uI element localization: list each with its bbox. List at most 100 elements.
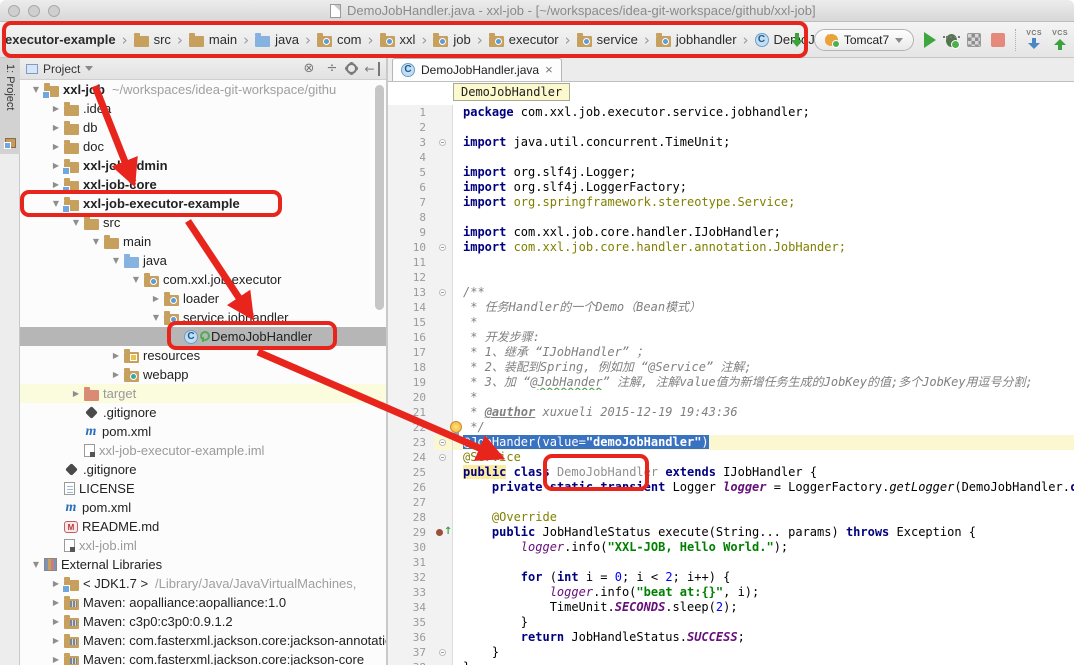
code-line[interactable]: 23@JobHander(value="demoJobHandler")	[388, 435, 1074, 450]
collapse-toggle-icon[interactable]: ▼	[108, 256, 124, 265]
code-text[interactable]: import org.slf4j.LoggerFactory;	[453, 180, 1074, 195]
breadcrumb-item[interactable]: jobhandler	[653, 30, 740, 49]
code-line[interactable]: 1package com.xxl.job.executor.service.jo…	[388, 105, 1074, 120]
expand-toggle-icon[interactable]: ▶	[48, 142, 64, 151]
tree-item[interactable]: ▶Maven: com.fasterxml.jackson.core:jacks…	[20, 631, 386, 650]
code-text[interactable]: public JobHandleStatus execute(String...…	[453, 525, 1074, 540]
locate-file-icon[interactable]: ⊗	[300, 61, 318, 76]
code-line[interactable]: 13/**	[388, 285, 1074, 300]
code-text[interactable]	[453, 210, 1074, 225]
tree-item[interactable]: ▼src	[20, 213, 386, 232]
tree-item[interactable]: pom.xml	[20, 422, 386, 441]
code-editor[interactable]: 1package com.xxl.job.executor.service.jo…	[388, 82, 1074, 665]
code-line[interactable]: 24@Service	[388, 450, 1074, 465]
minimize-window-button[interactable]	[28, 5, 40, 17]
code-line[interactable]: 10import com.xxl.job.core.handler.annota…	[388, 240, 1074, 255]
debug-button[interactable]	[946, 34, 957, 47]
tree-item[interactable]: ▶Maven: com.fasterxml.jackson.core:jacks…	[20, 650, 386, 665]
code-line[interactable]: 25public class DemoJobHandler extends IJ…	[388, 465, 1074, 480]
expand-toggle-icon[interactable]: ▶	[148, 294, 164, 303]
code-text[interactable]: * 2、装配到Spring, 例如加 “@Service” 注解;	[453, 360, 1074, 375]
fold-marker-icon[interactable]	[439, 289, 446, 296]
tree-item[interactable]: ▶Maven: aopalliance:aopalliance:1.0	[20, 593, 386, 612]
code-text[interactable]: *	[453, 315, 1074, 330]
code-line[interactable]: 30 logger.info("XXL-JOB, Hello World.");	[388, 540, 1074, 555]
tree-item[interactable]: ▶target	[20, 384, 386, 403]
code-text[interactable]: @JobHander(value="demoJobHandler")	[453, 435, 1074, 450]
run-configuration-select[interactable]: Tomcat7	[814, 29, 914, 51]
code-text[interactable]: * 任务Handler的一个Demo（Bean模式）	[453, 300, 1074, 315]
code-line[interactable]: 4	[388, 150, 1074, 165]
collapse-toggle-icon[interactable]: ▼	[28, 560, 44, 569]
expand-toggle-icon[interactable]: ▶	[48, 123, 64, 132]
vcs-update-button[interactable]: VCS	[1026, 30, 1042, 50]
code-text[interactable]: import org.springframework.stereotype.Se…	[453, 195, 1074, 210]
code-line[interactable]: 34 TimeUnit.SECONDS.sleep(2);	[388, 600, 1074, 615]
code-text[interactable]: import java.util.concurrent.TimeUnit;	[453, 135, 1074, 150]
code-text[interactable]: TimeUnit.SECONDS.sleep(2);	[453, 600, 1074, 615]
collapse-toggle-icon[interactable]: ▼	[148, 313, 164, 322]
code-text[interactable]: public class DemoJobHandler extends IJob…	[453, 465, 1074, 480]
code-text[interactable]	[453, 255, 1074, 270]
breadcrumb-item[interactable]: java	[252, 30, 302, 49]
code-text[interactable]: @Override	[453, 510, 1074, 525]
code-text[interactable]: package com.xxl.job.executor.service.job…	[453, 105, 1074, 120]
tree-item[interactable]: ▼main	[20, 232, 386, 251]
code-line[interactable]: 27	[388, 495, 1074, 510]
code-line[interactable]: 32 for (int i = 0; i < 2; i++) {	[388, 570, 1074, 585]
expand-toggle-icon[interactable]: ▶	[108, 370, 124, 379]
code-line[interactable]: 22 */	[388, 420, 1074, 435]
code-line[interactable]: 16 * 开发步骤:	[388, 330, 1074, 345]
collapse-all-icon[interactable]: ÷	[323, 61, 341, 76]
code-line[interactable]: 38}	[388, 660, 1074, 665]
code-line[interactable]: 19 * 3、加 “@JobHander” 注解, 注解value值为新增任务生…	[388, 375, 1074, 390]
collapse-toggle-icon[interactable]: ▼	[128, 275, 144, 284]
zoom-window-button[interactable]	[48, 5, 60, 17]
breadcrumb-item[interactable]: xxl	[377, 30, 419, 49]
breadcrumb-item[interactable]: executor-example	[2, 30, 119, 49]
coverage-button[interactable]	[967, 33, 981, 47]
tree-item[interactable]: pom.xml	[20, 498, 386, 517]
tree-item[interactable]: ▶db	[20, 118, 386, 137]
stop-button[interactable]	[991, 33, 1005, 47]
code-text[interactable]: import org.slf4j.Logger;	[453, 165, 1074, 180]
tree-item[interactable]: ▶webapp	[20, 365, 386, 384]
code-line[interactable]: 12	[388, 270, 1074, 285]
breadcrumb-item[interactable]: main	[186, 30, 240, 49]
vcs-commit-button[interactable]: VCS	[1052, 30, 1068, 50]
tree-item[interactable]: ▶xxl-job-core	[20, 175, 386, 194]
project-tool-window-button[interactable]: 1: Project	[0, 58, 20, 154]
expand-toggle-icon[interactable]: ▶	[108, 351, 124, 360]
tree-item[interactable]: ▶xxl-job-admin	[20, 156, 386, 175]
expand-toggle-icon[interactable]: ▶	[48, 598, 64, 607]
code-text[interactable]: private static transient Logger logger =…	[453, 480, 1074, 495]
code-line[interactable]: 18 * 2、装配到Spring, 例如加 “@Service” 注解;	[388, 360, 1074, 375]
code-text[interactable]: }	[453, 660, 1074, 665]
code-text[interactable]: * 开发步骤:	[453, 330, 1074, 345]
close-window-button[interactable]	[8, 5, 20, 17]
tree-item[interactable]: ▶loader	[20, 289, 386, 308]
code-text[interactable]: /**	[453, 285, 1074, 300]
breadcrumb-item[interactable]: job	[430, 30, 473, 49]
breadcrumb-item[interactable]: executor	[486, 30, 562, 49]
editor-tab-demojobhandler[interactable]: DemoJobHandler.java ×	[392, 58, 562, 81]
fold-marker-icon[interactable]	[439, 439, 446, 446]
expand-toggle-icon[interactable]: ▶	[48, 655, 64, 664]
code-line[interactable]: 26 private static transient Logger logge…	[388, 480, 1074, 495]
code-text[interactable]: */	[453, 420, 1074, 435]
code-text[interactable]: import com.xxl.job.core.handler.IJobHand…	[453, 225, 1074, 240]
code-text[interactable]: return JobHandleStatus.SUCCESS;	[453, 630, 1074, 645]
tree-item[interactable]: ▶resources	[20, 346, 386, 365]
expand-toggle-icon[interactable]: ▶	[48, 104, 64, 113]
tree-item[interactable]: xxl-job-executor-example.iml	[20, 441, 386, 460]
code-text[interactable]: *	[453, 390, 1074, 405]
fold-marker-icon[interactable]	[439, 139, 446, 146]
code-line[interactable]: 8	[388, 210, 1074, 225]
code-text[interactable]: for (int i = 0; i < 2; i++) {	[453, 570, 1074, 585]
fold-marker-icon[interactable]	[439, 454, 446, 461]
tree-item[interactable]: ▼xxl-job-executor-example	[20, 194, 386, 213]
tree-item[interactable]: .gitignore	[20, 460, 386, 479]
expand-toggle-icon[interactable]: ▶	[48, 617, 64, 626]
code-text[interactable]	[453, 555, 1074, 570]
tree-item[interactable]: ▼xxl-job~/workspaces/idea-git-workspace/…	[20, 80, 386, 99]
